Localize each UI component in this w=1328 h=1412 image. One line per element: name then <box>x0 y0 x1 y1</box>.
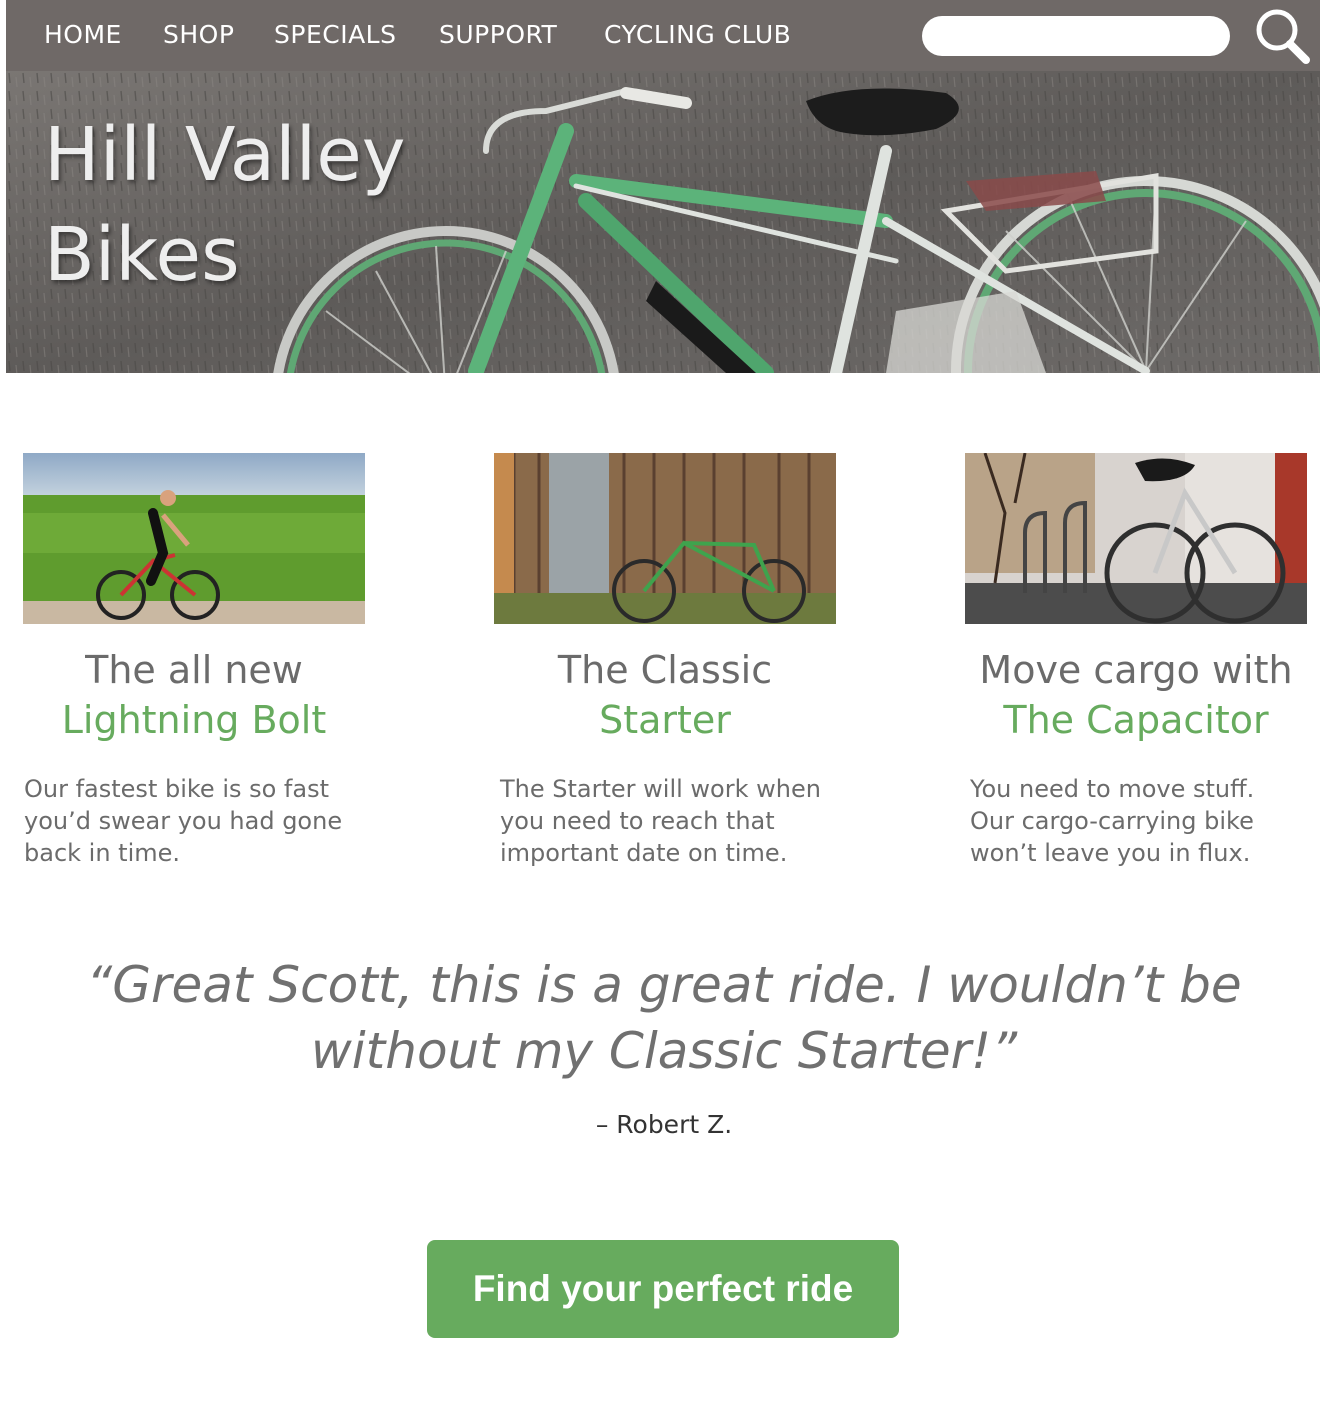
nav-item-cycling-club[interactable]: CYCLING CLUB <box>604 20 791 49</box>
nav-item-home[interactable]: HOME <box>44 20 122 49</box>
nav-item-shop[interactable]: SHOP <box>163 20 234 49</box>
product-image-lightning-bolt[interactable] <box>23 453 365 624</box>
magnifier-icon <box>1256 9 1310 64</box>
hero-banner: Hill Valley Bikes <box>6 71 1320 373</box>
product-heading-line1: Move cargo with <box>979 648 1293 692</box>
product-heading: The all new Lightning Bolt <box>0 645 394 745</box>
product-name: The Capacitor <box>1003 698 1269 742</box>
product-image-classic-starter[interactable] <box>494 453 836 624</box>
product-heading: Move cargo with The Capacitor <box>936 645 1328 745</box>
nav-item-specials[interactable]: SPECIALS <box>274 20 396 49</box>
top-nav: HOME SHOP SPECIALS SUPPORT CYCLING CLUB <box>6 0 1320 71</box>
product-name: Starter <box>599 698 731 742</box>
nav-item-support[interactable]: SUPPORT <box>439 20 557 49</box>
search-input[interactable] <box>922 16 1230 56</box>
find-ride-button[interactable]: Find your perfect ride <box>427 1240 899 1338</box>
hero-title: Hill Valley Bikes <box>44 112 406 298</box>
product-image-capacitor[interactable] <box>965 453 1307 624</box>
search-button[interactable] <box>1250 4 1314 68</box>
product-name: Lightning Bolt <box>61 698 327 742</box>
product-heading: The Classic Starter <box>465 645 865 745</box>
product-description: Our fastest bike is so fast you’d swear … <box>24 775 343 867</box>
product-description: The Starter will work when you need to r… <box>500 775 821 867</box>
product-description: You need to move stuff. Our cargo-carryi… <box>970 775 1255 867</box>
product-heading-line1: The Classic <box>557 648 773 692</box>
product-heading-line1: The all new <box>85 648 303 692</box>
testimonial-author: – Robert Z. <box>595 1110 733 1139</box>
testimonial-quote: “Great Scott, this is a great ride. I wo… <box>86 956 1242 1080</box>
